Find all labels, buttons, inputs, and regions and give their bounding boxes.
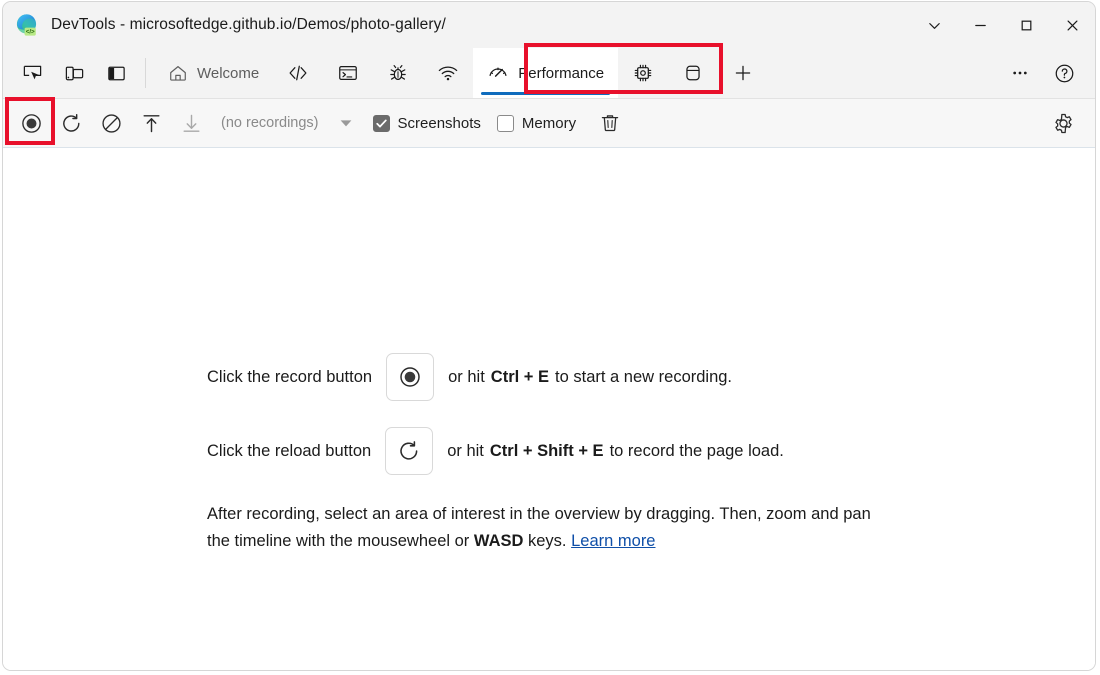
memory-checkbox-label: Memory [521, 114, 577, 132]
toolbar-separator [145, 58, 146, 88]
close-icon [1066, 19, 1078, 31]
help-button[interactable] [1045, 54, 1083, 92]
reload-instruction-after: to record the page load. [609, 441, 784, 460]
reload-instruction-orhit: or hit [447, 441, 484, 460]
home-icon [170, 66, 186, 81]
record-circle-icon [21, 113, 41, 133]
clear-circle-slash-icon [101, 113, 121, 133]
memory-chip-icon [634, 64, 652, 82]
memory-checkbox-box[interactable] [496, 114, 514, 132]
help-circle-icon [1055, 64, 1073, 82]
inspect-tool-group [3, 48, 135, 98]
save-profile-button[interactable] [171, 103, 211, 143]
reload-record-button[interactable] [51, 103, 91, 143]
recordings-dropdown-button[interactable] [335, 116, 357, 130]
record-instruction-row: Click the record button or hit Ctrl + E … [207, 353, 897, 401]
gear-icon [1054, 113, 1072, 133]
devtools-tab-strip: Welcome Performance [3, 43, 1095, 99]
close-button[interactable] [1049, 2, 1095, 48]
inline-record-button[interactable] [386, 353, 435, 401]
clear-button[interactable] [91, 103, 131, 143]
record-shortcut: Ctrl + E [490, 367, 550, 386]
device-emulation-button[interactable] [55, 54, 93, 92]
reload-circular-arrow-icon [400, 441, 418, 460]
bug-icon [390, 65, 407, 81]
overview-paragraph-part2: keys. [528, 532, 567, 551]
record-instruction-after: to start a new recording. [555, 367, 733, 386]
reload-shortcut: Ctrl + Shift + E [489, 441, 604, 460]
recordings-label: (no recordings) [221, 115, 319, 131]
performance-toolbar: (no recordings) Screenshots Memory [3, 97, 1095, 148]
network-wifi-icon [438, 66, 458, 81]
record-instruction-orhit: or hit [448, 367, 485, 386]
tab-console[interactable] [323, 48, 373, 98]
device-toolbar-icon [65, 66, 83, 80]
record-instruction-before: Click the record button [207, 367, 373, 386]
code-brackets-icon [289, 65, 307, 81]
application-database-icon [686, 65, 700, 81]
checkmark-icon [375, 119, 387, 127]
download-arrow-icon [182, 114, 200, 132]
reload-circular-arrow-icon [62, 113, 80, 132]
performance-gauge-icon [489, 67, 507, 77]
screenshots-checkbox-label: Screenshots [397, 114, 481, 132]
load-profile-button[interactable] [131, 103, 171, 143]
window-controls [911, 2, 1095, 48]
inspect-cursor-icon [23, 65, 41, 79]
console-terminal-icon [339, 65, 358, 81]
maximize-icon [1021, 20, 1031, 30]
tab-elements[interactable] [273, 48, 323, 98]
tab-memory[interactable] [618, 48, 668, 98]
performance-toolbar-right [1043, 103, 1095, 143]
tab-list: Welcome Performance [154, 48, 1095, 98]
reload-instruction-before: Click the reload button [207, 441, 372, 460]
tab-strip-right-tools [1001, 48, 1095, 98]
tab-welcome[interactable]: Welcome [154, 48, 273, 98]
screenshots-checkbox-box[interactable] [372, 114, 390, 132]
triangle-down-icon [340, 120, 351, 127]
tab-application[interactable] [668, 48, 718, 98]
chevron-down-icon [928, 22, 940, 29]
tab-performance[interactable]: Performance [473, 48, 619, 98]
screenshots-checkbox[interactable]: Screenshots [372, 114, 481, 132]
minimize-icon [974, 24, 986, 26]
title-bar-left: </> DevTools - microsoftedge.github.io/D… [3, 13, 446, 37]
upload-arrow-icon [142, 114, 160, 132]
landing-content: Click the record button or hit Ctrl + E … [207, 353, 897, 555]
tab-network[interactable] [423, 48, 473, 98]
inspect-element-button[interactable] [13, 54, 51, 92]
more-tools-button[interactable] [1001, 54, 1039, 92]
window-title: DevTools - microsoftedge.github.io/Demos… [51, 16, 446, 33]
title-bar: </> DevTools - microsoftedge.github.io/D… [3, 2, 1095, 48]
devtools-window: </> DevTools - microsoftedge.github.io/D… [2, 1, 1096, 671]
dock-side-button[interactable] [97, 54, 135, 92]
tab-welcome-label: Welcome [197, 64, 260, 82]
wasd-keys: WASD [473, 532, 524, 551]
minimize-button[interactable] [957, 2, 1003, 48]
tab-sources[interactable] [373, 48, 423, 98]
performance-landing-panel: Click the record button or hit Ctrl + E … [3, 148, 1095, 670]
reload-instruction-row: Click the reload button or hit Ctrl + Sh… [207, 427, 897, 475]
plus-icon [735, 65, 751, 81]
delete-recording-button[interactable] [590, 103, 630, 143]
inline-reload-button[interactable] [385, 427, 434, 475]
memory-checkbox[interactable]: Memory [496, 114, 577, 132]
svg-text:</>: </> [26, 29, 35, 36]
maximize-button[interactable] [1003, 2, 1049, 48]
customize-dropdown-button[interactable] [911, 2, 957, 48]
edge-devtools-logo-icon: </> [15, 13, 39, 37]
dock-panel-icon [107, 66, 125, 80]
trash-icon [601, 115, 619, 132]
tab-performance-label: Performance [518, 64, 605, 82]
ellipsis-icon [1013, 71, 1027, 75]
tab-add[interactable] [718, 48, 768, 98]
record-circle-icon [400, 367, 420, 387]
record-button[interactable] [11, 103, 51, 143]
learn-more-link[interactable]: Learn more [571, 532, 655, 550]
overview-paragraph: After recording, select an area of inter… [207, 501, 897, 555]
capture-settings-button[interactable] [1043, 103, 1083, 143]
